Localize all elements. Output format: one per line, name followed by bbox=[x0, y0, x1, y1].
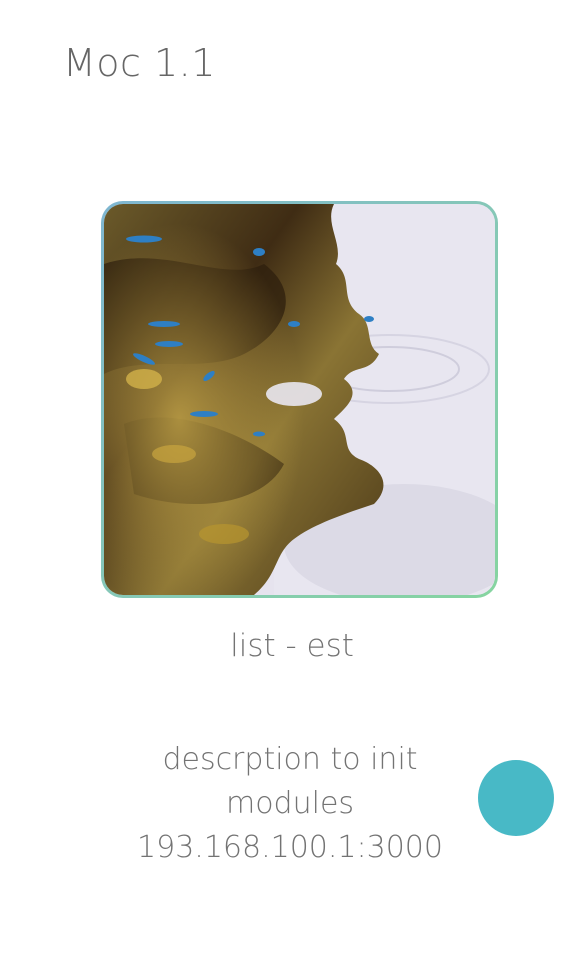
description-line-2: modules bbox=[225, 786, 355, 821]
fish-water-photo bbox=[104, 204, 495, 595]
description-line-1: descrption to init bbox=[162, 742, 418, 777]
action-button[interactable] bbox=[478, 760, 554, 836]
list-label: list - est bbox=[230, 628, 354, 664]
server-address: 193.168.100.1:3000 bbox=[137, 830, 443, 865]
app-title: Moc 1.1 bbox=[63, 41, 216, 85]
description-text: descrption to init modules 193.168.100.1… bbox=[110, 738, 470, 870]
photo-frame[interactable] bbox=[101, 201, 498, 598]
